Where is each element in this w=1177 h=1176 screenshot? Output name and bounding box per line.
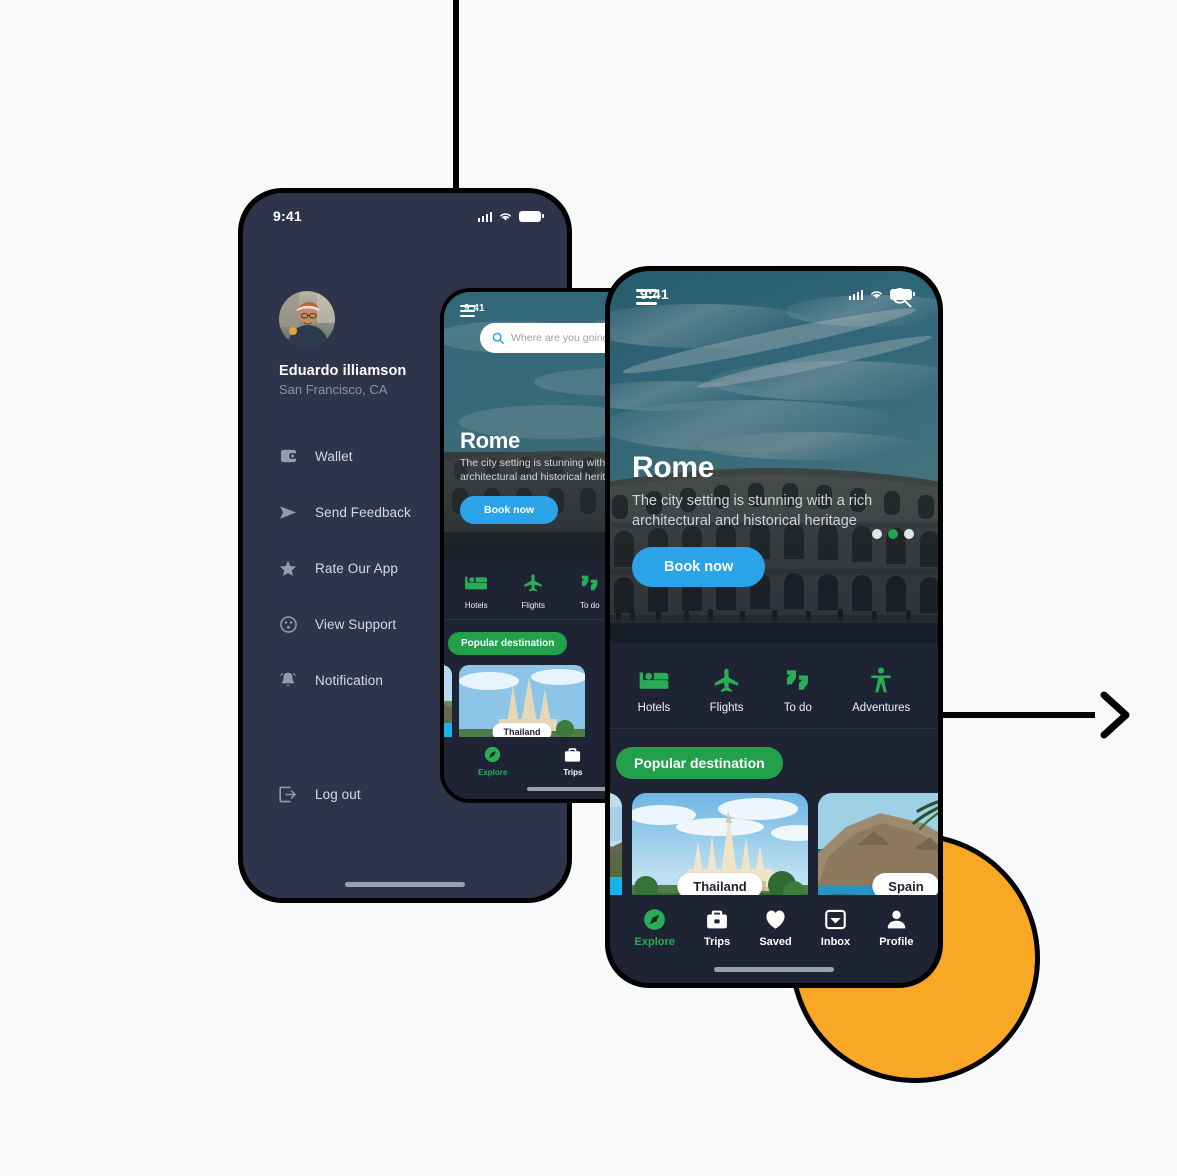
nav-label: Saved [759, 936, 792, 948]
nav-trips[interactable]: Trips [704, 907, 730, 948]
category-hotels[interactable]: Hotels [637, 665, 671, 714]
profile-icon [884, 907, 908, 931]
popular-section: Popular destination [610, 729, 938, 911]
category-adventures[interactable]: Adventures [852, 665, 910, 714]
home-indicator [527, 787, 613, 791]
menu-item-label: View Support [315, 616, 397, 632]
plane-icon [522, 572, 544, 594]
plane-icon [712, 665, 742, 695]
wifi-icon [500, 212, 511, 220]
nav-explore[interactable]: Explore [635, 907, 675, 948]
phone-explore-main: 9:41 Rome The city setting is stunning w… [605, 266, 943, 988]
nav-trips[interactable]: Trips [563, 746, 582, 777]
explore-screen: 9:41 Rome The city setting is stunning w… [610, 271, 938, 983]
nav-saved[interactable]: Saved [759, 907, 792, 948]
wifi-icon [871, 290, 882, 298]
heart-icon [764, 907, 788, 931]
destination-card[interactable] [610, 793, 622, 911]
decor-vertical-line [453, 0, 459, 200]
signal-bars-icon [477, 211, 492, 222]
menu-item-label: Wallet [315, 448, 353, 464]
destination-card[interactable]: Thailand [632, 793, 808, 911]
quote-icon [579, 572, 601, 594]
person-icon [866, 665, 896, 695]
compass-icon [643, 907, 667, 931]
status-time: 9:41 [464, 302, 485, 314]
showcase-canvas: 9:41 Eduardo illiamson San Francisco, CA… [0, 0, 1177, 1176]
menu-item-label: Notification [315, 672, 383, 688]
battery-icon [890, 288, 915, 300]
nav-label: Trips [563, 768, 583, 777]
carousel-dots [872, 529, 914, 539]
nav-label: Profile [879, 936, 914, 948]
nav-explore[interactable]: Explore [478, 746, 507, 777]
battery-icon [519, 210, 544, 222]
status-time: 9:41 [640, 286, 669, 302]
category-label: To do [783, 702, 812, 714]
inbox-icon [823, 907, 847, 931]
bed-icon [465, 572, 488, 594]
avatar[interactable] [279, 291, 335, 347]
popular-destination-pill[interactable]: Popular destination [448, 632, 568, 655]
menu-item-label: Rate Our App [315, 560, 398, 576]
briefcase-icon [705, 907, 729, 931]
bell-icon [279, 671, 297, 689]
status-bar: 9:41 [610, 271, 938, 311]
quote-icon [783, 665, 813, 695]
card-image [610, 793, 622, 911]
carousel-dot[interactable] [904, 529, 914, 539]
category-label: Flights [709, 702, 744, 714]
hero-subtitle: The city setting is stunning with a rich… [632, 493, 873, 529]
briefcase-icon [564, 746, 581, 763]
menu-item-label: Send Feedback [315, 504, 411, 520]
destination-card[interactable]: Spain [818, 793, 938, 911]
search-icon [492, 332, 504, 344]
category-hotels[interactable]: Hotels [465, 572, 488, 610]
logout-button[interactable]: Log out [279, 785, 361, 803]
home-indicator [714, 967, 834, 972]
destination-cards: Thailand [610, 779, 938, 911]
hero-banner: 9:41 Rome The city setting is stunning w… [610, 271, 938, 643]
status-bar: 9:41 [243, 193, 567, 233]
hero-title: Rome [632, 451, 715, 485]
nav-label: Explore [634, 936, 675, 948]
book-now-button[interactable]: Book now [460, 496, 559, 524]
hero-content: Rome The city setting is stunning with a… [632, 453, 877, 587]
support-face-icon [279, 615, 297, 633]
search-placeholder: Where are you going? [511, 332, 615, 344]
category-label: To do [579, 601, 600, 610]
signal-bars-icon [848, 289, 863, 300]
star-icon [279, 559, 297, 577]
category-label: Flights [521, 601, 545, 610]
category-row: Hotels Flights [610, 643, 938, 729]
home-indicator [345, 882, 465, 887]
category-flights[interactable]: Flights [521, 572, 545, 610]
status-time: 9:41 [273, 208, 302, 224]
logout-icon [279, 785, 297, 803]
category-to-do[interactable]: To do [579, 572, 601, 610]
compass-icon [484, 746, 501, 763]
carousel-dot[interactable] [872, 529, 882, 539]
popular-destination-pill[interactable]: Popular destination [616, 747, 783, 779]
logout-label: Log out [315, 786, 361, 802]
arrow-right-icon [1098, 690, 1132, 740]
carousel-dot-active[interactable] [888, 529, 898, 539]
status-icons [848, 288, 915, 300]
category-label: Hotels [464, 601, 488, 610]
send-icon [279, 503, 297, 521]
category-label: Adventures [852, 702, 911, 714]
category-flights[interactable]: Flights [709, 665, 744, 714]
wallet-icon [279, 447, 297, 465]
nav-profile[interactable]: Profile [879, 907, 913, 948]
nav-inbox[interactable]: Inbox [821, 907, 850, 948]
category-label: Hotels [637, 702, 671, 714]
status-icons [477, 210, 544, 222]
bed-icon [639, 665, 669, 695]
nav-label: Trips [703, 936, 731, 948]
nav-label: Explore [477, 768, 508, 777]
nav-label: Inbox [820, 936, 851, 948]
category-to-do[interactable]: To do [783, 665, 813, 714]
book-now-button[interactable]: Book now [632, 547, 766, 587]
